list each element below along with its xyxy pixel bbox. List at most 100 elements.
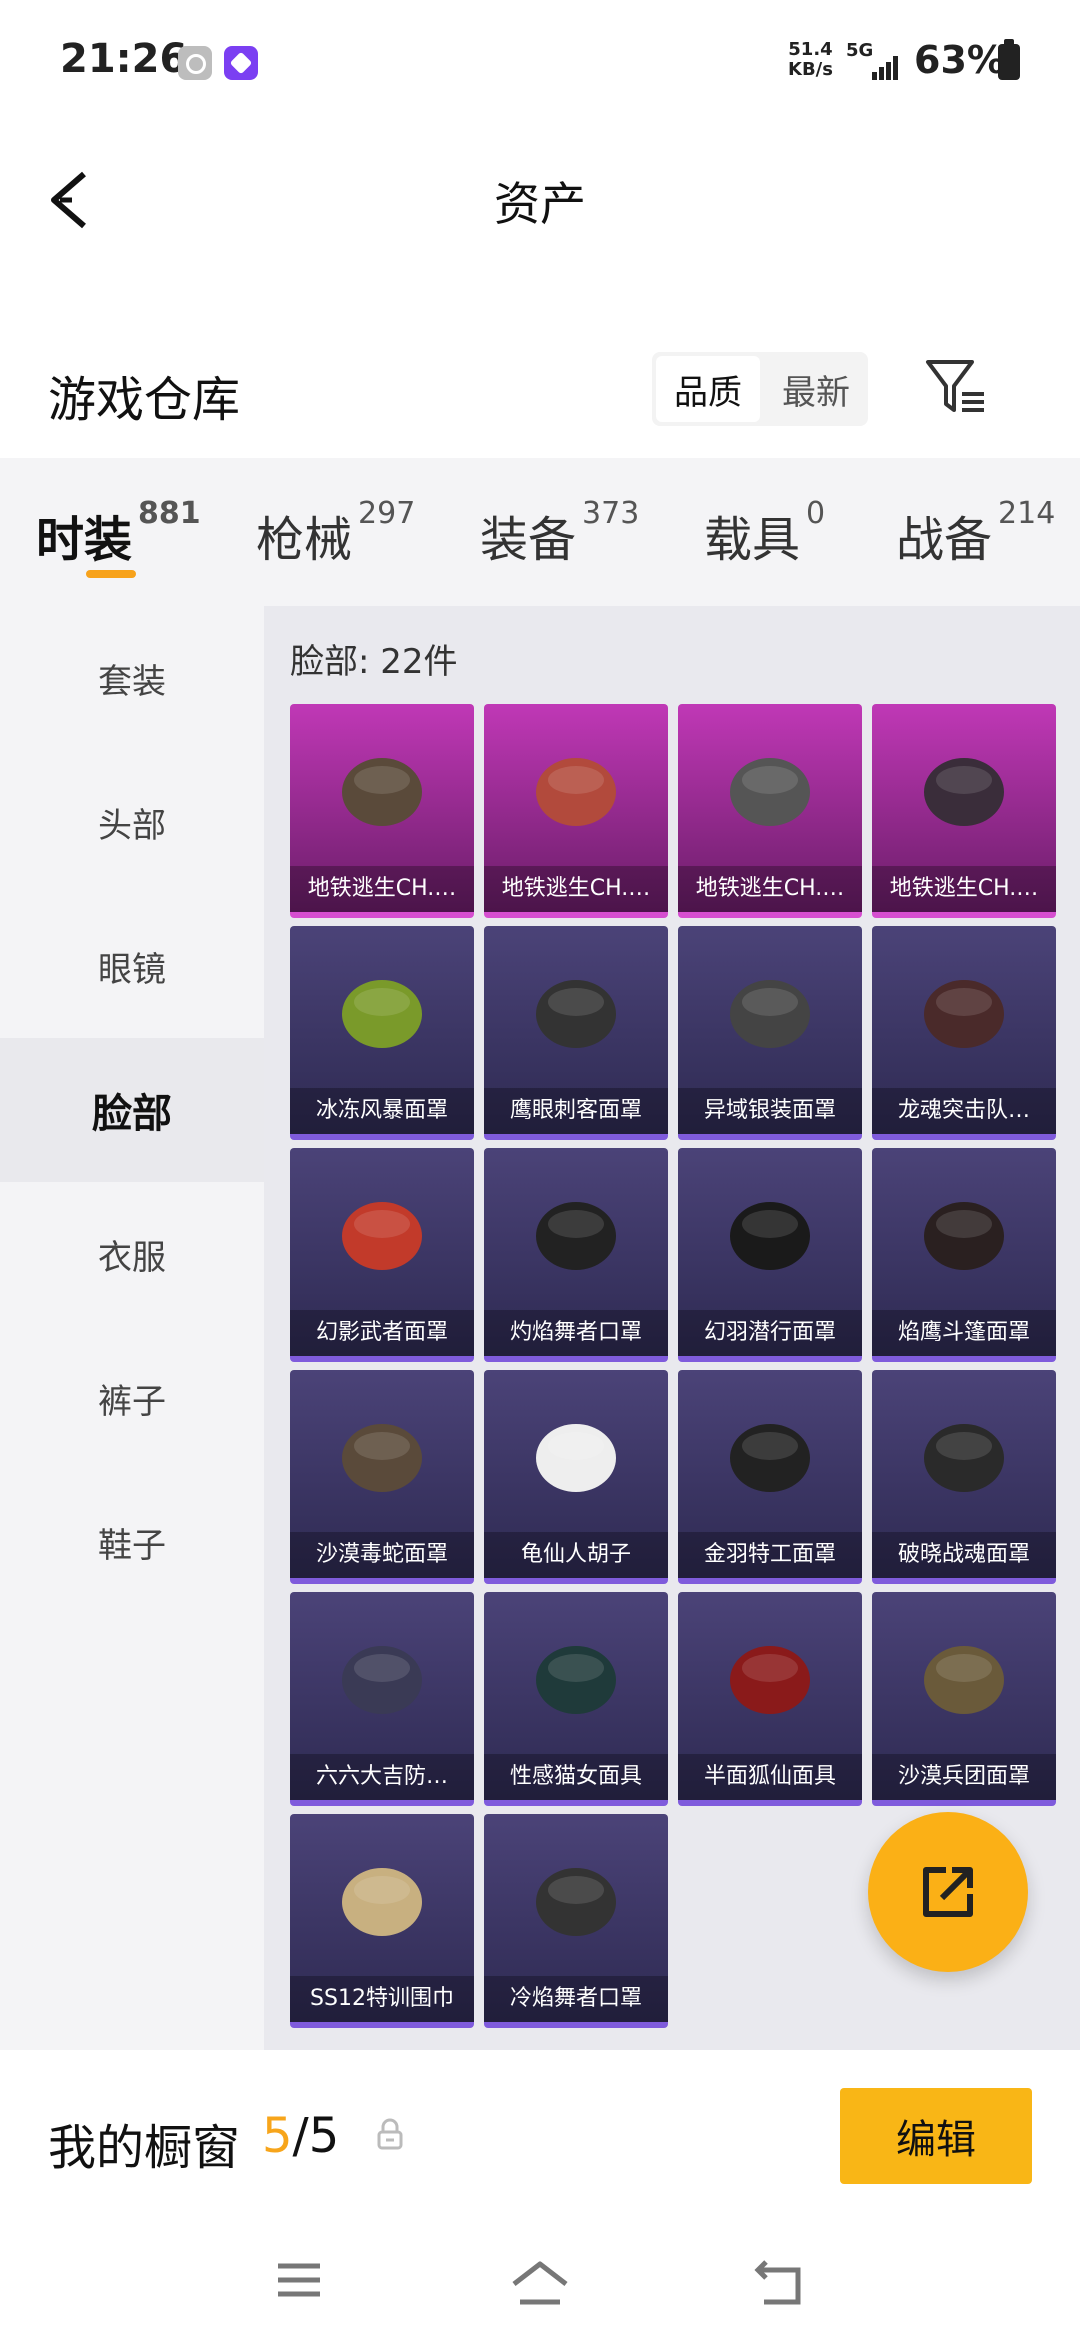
item-name: 沙漠毒蛇面罩 (315, 1542, 448, 1567)
item-name: 半面狐仙面具 (703, 1764, 836, 1789)
item-card[interactable]: 半面狐仙面具 (678, 1592, 862, 1806)
item-card[interactable]: 破晓战魂面罩 (872, 1370, 1056, 1584)
battery-icon (998, 39, 1020, 80)
item-name: 龙魂突击队… (897, 1098, 1030, 1123)
item-card[interactable]: 金羽特工面罩 (678, 1370, 862, 1584)
battery-level: 63% (914, 38, 1005, 82)
item-card[interactable]: 地铁逃生CH.… (872, 704, 1056, 918)
item-name: SS12特训围巾 (310, 1986, 454, 2011)
active-tab-indicator (86, 570, 136, 578)
speed-value: 51.4 (788, 39, 833, 60)
item-card[interactable]: 异域银装面罩 (678, 926, 862, 1140)
item-name: 地铁逃生CH.… (889, 876, 1039, 901)
tab-count: 214 (998, 496, 1056, 531)
edit-button[interactable]: 编辑 (840, 2088, 1032, 2184)
status-bar: 21:26 51.4 KB/s 5G 63% (0, 0, 1080, 120)
item-name: 地铁逃生CH.… (501, 876, 651, 901)
item-card[interactable]: 龟仙人胡子 (484, 1370, 668, 1584)
tab-vehicles[interactable]: 载具 0 (704, 496, 825, 570)
share-icon (923, 1867, 973, 1917)
mask-image (924, 1424, 1004, 1492)
item-name: 破晓战魂面罩 (897, 1542, 1030, 1567)
item-card[interactable]: 六六大吉防… (290, 1592, 474, 1806)
slots-total: /5 (292, 2108, 340, 2164)
filter-icon[interactable] (924, 356, 988, 420)
tab-count: 881 (138, 496, 201, 531)
mask-image (342, 758, 422, 826)
mask-image (924, 1202, 1004, 1270)
sidebar: 套装 头部 眼镜 脸部 衣服 裤子 鞋子 (0, 606, 264, 2050)
sidebar-item-glasses[interactable]: 眼镜 (0, 894, 264, 1038)
home-icon[interactable] (510, 2260, 570, 2306)
back-nav-icon[interactable] (752, 2260, 806, 2306)
tab-fashion[interactable]: 时装 881 (36, 496, 201, 570)
item-card[interactable]: 地铁逃生CH.… (484, 704, 668, 918)
warehouse-title: 游戏仓库 (48, 372, 241, 428)
mask-image (342, 1646, 422, 1714)
share-button[interactable] (868, 1812, 1028, 1972)
tab-label: 枪械 (256, 512, 353, 568)
mask-image (924, 1646, 1004, 1714)
sort-toggle: 品质 最新 (652, 352, 868, 426)
item-card[interactable]: 冰冻风暴面罩 (290, 926, 474, 1140)
sidebar-item-shoes[interactable]: 鞋子 (0, 1470, 264, 1614)
mask-image (730, 1424, 810, 1492)
tab-equipment[interactable]: 装备 373 (480, 496, 639, 570)
tab-label: 战备 (896, 512, 993, 568)
item-name: 冰冻风暴面罩 (315, 1098, 448, 1123)
sidebar-item-pants[interactable]: 裤子 (0, 1326, 264, 1470)
item-name: 灼焰舞者口罩 (509, 1320, 642, 1345)
item-card[interactable]: 冷焰舞者口罩 (484, 1814, 668, 2028)
tab-supplies[interactable]: 战备 214 (896, 496, 1055, 570)
mask-image (536, 1424, 616, 1492)
mask-image (730, 980, 810, 1048)
tab-label: 时装 (36, 512, 133, 568)
item-card[interactable]: 沙漠兵团面罩 (872, 1592, 1056, 1806)
mask-image (342, 980, 422, 1048)
item-card[interactable]: 灼焰舞者口罩 (484, 1148, 668, 1362)
item-card[interactable]: 鹰眼刺客面罩 (484, 926, 668, 1140)
item-name: 鹰眼刺客面罩 (509, 1098, 642, 1123)
item-name: 地铁逃生CH.… (695, 876, 845, 901)
sidebar-item-face[interactable]: 脸部 (0, 1038, 264, 1182)
tab-count: 373 (582, 496, 640, 531)
item-name: 金羽特工面罩 (703, 1542, 836, 1567)
slots-used: 5 (262, 2108, 293, 2164)
item-card[interactable]: 沙漠毒蛇面罩 (290, 1370, 474, 1584)
tab-label: 载具 (704, 512, 801, 568)
item-card[interactable]: 幻羽潜行面罩 (678, 1148, 862, 1362)
status-time: 21:26 (60, 36, 188, 82)
item-name: 六六大吉防… (315, 1764, 448, 1789)
item-card[interactable]: 性感猫女面具 (484, 1592, 668, 1806)
item-card[interactable]: 龙魂突击队… (872, 926, 1056, 1140)
item-name: 地铁逃生CH.… (307, 876, 457, 901)
tab-guns[interactable]: 枪械 297 (256, 496, 415, 570)
mask-image (536, 1646, 616, 1714)
item-name: 冷焰舞者口罩 (509, 1986, 642, 2011)
item-name: 幻羽潜行面罩 (703, 1320, 836, 1345)
item-card[interactable]: 地铁逃生CH.… (678, 704, 862, 918)
sidebar-item-outfit[interactable]: 套装 (0, 606, 264, 750)
item-name: 龟仙人胡子 (520, 1542, 631, 1567)
sort-newest-button[interactable]: 最新 (764, 352, 868, 426)
mask-image (730, 1202, 810, 1270)
network-speed: 51.4 KB/s (788, 40, 833, 80)
sort-quality-button[interactable]: 品质 (656, 356, 760, 422)
item-card[interactable]: SS12特训围巾 (290, 1814, 474, 2028)
menu-icon[interactable] (274, 2260, 324, 2300)
mask-image (730, 758, 810, 826)
showcase-slots: 5/5 (262, 2108, 339, 2164)
item-card[interactable]: 焰鹰斗篷面罩 (872, 1148, 1056, 1362)
lock-icon (377, 2118, 403, 2150)
item-card[interactable]: 幻影武者面罩 (290, 1148, 474, 1362)
item-card[interactable]: 地铁逃生CH.… (290, 704, 474, 918)
item-name: 异域银装面罩 (703, 1098, 836, 1123)
mask-image (536, 980, 616, 1048)
mask-image (924, 758, 1004, 826)
page-title: 资产 (494, 177, 586, 231)
mask-image (342, 1424, 422, 1492)
item-name: 性感猫女面具 (509, 1764, 642, 1789)
sidebar-item-clothes[interactable]: 衣服 (0, 1182, 264, 1326)
mask-image (342, 1202, 422, 1270)
sidebar-item-head[interactable]: 头部 (0, 750, 264, 894)
